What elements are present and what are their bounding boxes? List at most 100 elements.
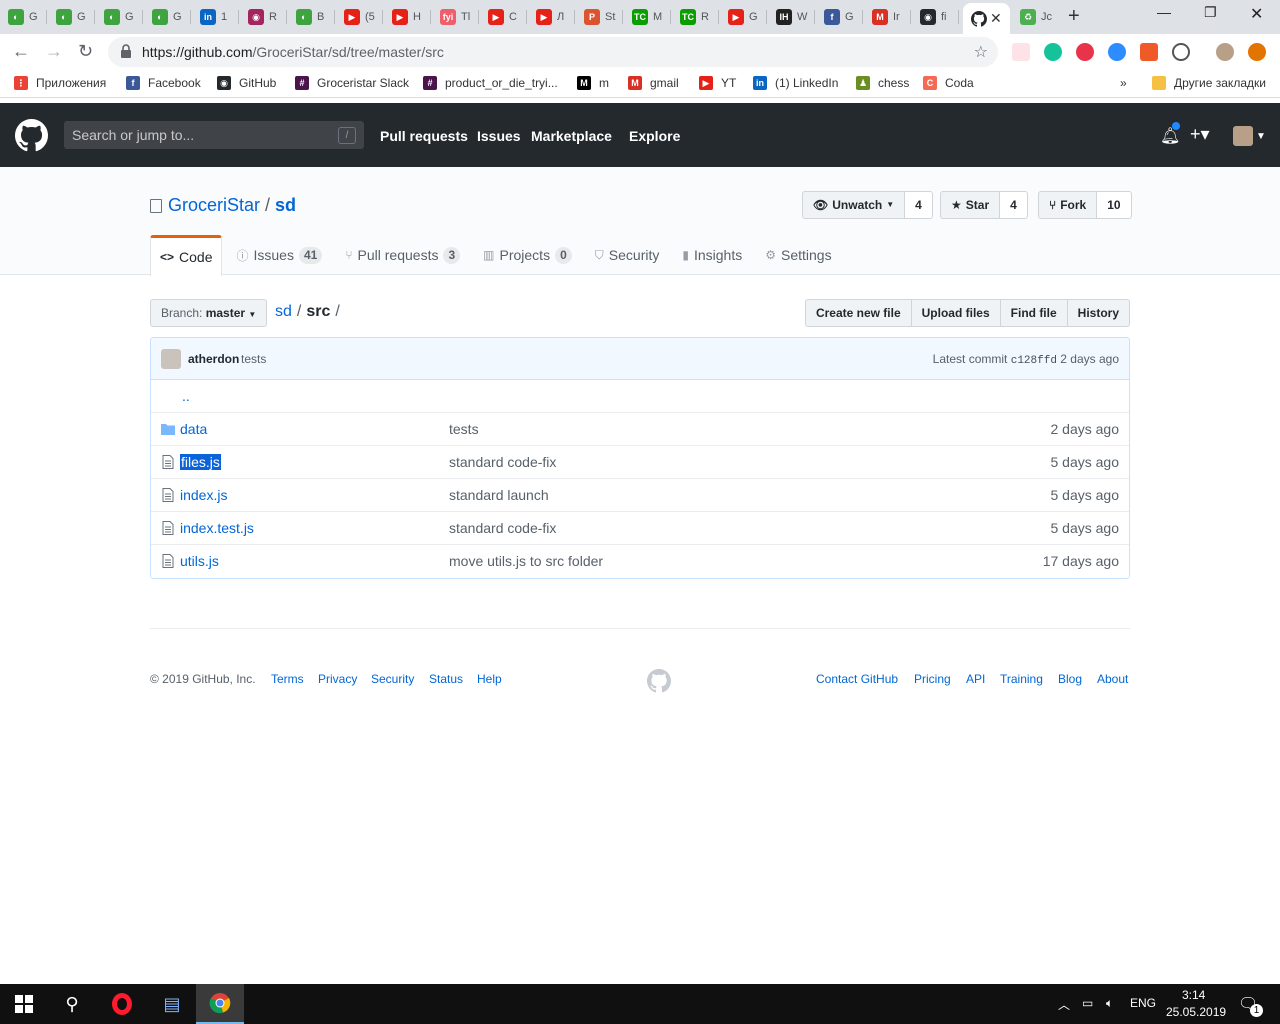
fork-button[interactable]: ⑂ Fork <box>1038 191 1098 219</box>
bookmark-item[interactable]: # product_or_die_tryi... <box>423 76 558 90</box>
restore-button[interactable]: ❐ <box>1204 4 1217 21</box>
file-name-link[interactable]: data <box>180 421 207 437</box>
footer-link-about[interactable]: About <box>1097 672 1128 686</box>
browser-tab[interactable]: ◐ G <box>48 3 95 31</box>
repo-owner-link[interactable]: GroceriStar <box>168 195 260 216</box>
browser-tab[interactable]: ▶ (5 <box>336 3 383 31</box>
footer-link-pricing[interactable]: Pricing <box>914 672 951 686</box>
close-window-button[interactable]: ✕ <box>1250 4 1263 24</box>
chrome-update-icon[interactable] <box>1248 43 1266 61</box>
browser-tab-last[interactable]: ♻ Jc <box>1012 3 1059 31</box>
opera-icon[interactable] <box>98 984 146 1024</box>
browser-tab[interactable]: ◐ G <box>144 3 191 31</box>
browser-tab[interactable]: ▶ G <box>720 3 767 31</box>
parent-dir-link[interactable]: .. <box>182 388 190 404</box>
branch-select[interactable]: Branch: master ▼ <box>150 299 268 327</box>
grammarly-icon[interactable] <box>1044 43 1062 61</box>
windows-start-icon[interactable] <box>0 984 48 1024</box>
bookmark-star-icon[interactable]: ☆ <box>974 42 988 62</box>
more-bookmarks-button[interactable]: » <box>1120 76 1127 90</box>
repo-tab-issues[interactable]: ⓘ Issues 41 <box>227 235 331 275</box>
bookmark-item[interactable]: ◉ GitHub <box>217 76 276 90</box>
footer-link-training[interactable]: Training <box>1000 672 1043 686</box>
repo-tab-code[interactable]: <> Code <box>150 235 223 276</box>
new-tab-button[interactable]: + <box>1068 5 1080 28</box>
commit-message-link[interactable]: tests <box>241 352 266 366</box>
bookmark-item[interactable]: Mgmail <box>628 76 679 90</box>
footer-link-status[interactable]: Status <box>429 672 463 686</box>
volume-icon[interactable]: 🔈︎ <box>1106 996 1113 1011</box>
extension-icon-3[interactable] <box>1076 43 1094 61</box>
browser-tab[interactable]: ◐ B <box>288 3 335 31</box>
nav-explore[interactable]: Explore <box>629 128 680 144</box>
footer-link-terms[interactable]: Terms <box>271 672 304 686</box>
reload-button[interactable]: ↻ <box>78 41 93 62</box>
file-commit-message[interactable]: tests <box>449 421 479 437</box>
file-name-link[interactable]: utils.js <box>180 553 219 569</box>
repo-tab-insights[interactable]: ▮ Insights <box>673 235 751 275</box>
watchers-count[interactable]: 4 <box>905 191 933 219</box>
browser-tab[interactable]: M Ir <box>864 3 911 31</box>
file-name-link[interactable]: index.js <box>180 487 227 503</box>
file-commit-message[interactable]: standard code-fix <box>449 520 556 536</box>
repo-tab-security[interactable]: ⛉ Security <box>586 235 669 275</box>
github-logo-icon[interactable] <box>15 119 48 152</box>
browser-tab[interactable]: ▶ H <box>384 3 431 31</box>
extension-icon-5[interactable] <box>1140 43 1158 61</box>
bookmark-item[interactable]: in (1) LinkedIn <box>753 76 838 90</box>
history-button[interactable]: History <box>1067 299 1130 327</box>
extension-icon-6[interactable] <box>1172 43 1190 61</box>
chevron-down-icon[interactable]: ▼ <box>1256 131 1266 142</box>
bookmark-item[interactable]: ▶ YT <box>699 76 736 90</box>
bookmark-item[interactable]: # Groceristar Slack <box>295 76 409 90</box>
bookmark-item[interactable]: C Coda <box>923 76 974 90</box>
author-avatar[interactable] <box>161 349 181 369</box>
network-icon[interactable]: ▭ <box>1082 996 1093 1010</box>
browser-tab[interactable]: fG <box>816 3 863 31</box>
search-input[interactable] <box>64 121 324 149</box>
browser-tab[interactable]: TC M <box>624 3 671 31</box>
browser-tab[interactable]: in 1 <box>192 3 239 31</box>
repo-tab-projects[interactable]: ▥ Projects 0 <box>474 235 581 275</box>
nav-issues[interactable]: Issues <box>477 128 521 144</box>
browser-tab[interactable]: ▶ C <box>480 3 527 31</box>
unwatch-button[interactable]: 👁︎ Unwatch ▼ <box>802 191 906 219</box>
upload-files-button[interactable]: Upload files <box>911 299 1001 327</box>
commit-sha-link[interactable]: c128ffd <box>1011 355 1057 367</box>
browser-tab[interactable]: ◉ fi <box>912 3 959 31</box>
footer-link-privacy[interactable]: Privacy <box>318 672 357 686</box>
desktop-app-icon[interactable]: ▤ <box>148 984 196 1024</box>
clock-time[interactable]: 3:14 <box>1182 988 1205 1002</box>
forks-count[interactable]: 10 <box>1097 191 1132 219</box>
repo-name-link[interactable]: sd <box>275 195 296 216</box>
file-commit-message[interactable]: move utils.js to src folder <box>449 553 603 569</box>
browser-tab[interactable]: IH W <box>768 3 815 31</box>
tray-chevron-icon[interactable]: ︿ <box>1058 996 1070 1013</box>
close-tab-icon[interactable]: ✕ <box>990 10 1002 27</box>
browser-tab-active[interactable]: ✕ <box>963 3 1010 34</box>
minimize-button[interactable]: — <box>1157 4 1171 20</box>
footer-link-security[interactable]: Security <box>371 672 414 686</box>
footer-link-contact[interactable]: Contact GitHub <box>816 672 898 686</box>
create-new-file-button[interactable]: Create new file <box>804 299 912 327</box>
user-avatar[interactable] <box>1233 126 1253 146</box>
profile-avatar[interactable] <box>1216 43 1234 61</box>
star-button[interactable]: ★ Star <box>940 191 1001 219</box>
back-button[interactable]: ← <box>12 41 30 62</box>
browser-tab[interactable]: ◐ G <box>96 3 143 31</box>
browser-tab[interactable]: ◉ R <box>240 3 287 31</box>
forward-button[interactable]: → <box>45 41 63 62</box>
chrome-taskbar-icon[interactable] <box>196 984 244 1024</box>
browser-tab[interactable]: ◐ G <box>0 3 47 31</box>
browser-tab[interactable]: P St <box>576 3 623 31</box>
footer-link-blog[interactable]: Blog <box>1058 672 1082 686</box>
file-name-link[interactable]: files.js <box>180 454 221 470</box>
address-bar[interactable]: https://github.com/GroceriStar/sd/tree/m… <box>108 37 998 67</box>
browser-tab[interactable]: TC R <box>672 3 719 31</box>
footer-link-help[interactable]: Help <box>477 672 502 686</box>
language-indicator[interactable]: ENG <box>1130 996 1156 1010</box>
footer-link-api[interactable]: API <box>966 672 985 686</box>
file-commit-message[interactable]: standard launch <box>449 487 549 503</box>
github-search[interactable]: / <box>64 121 364 149</box>
create-new-plus-icon[interactable]: +▾ <box>1190 124 1210 145</box>
